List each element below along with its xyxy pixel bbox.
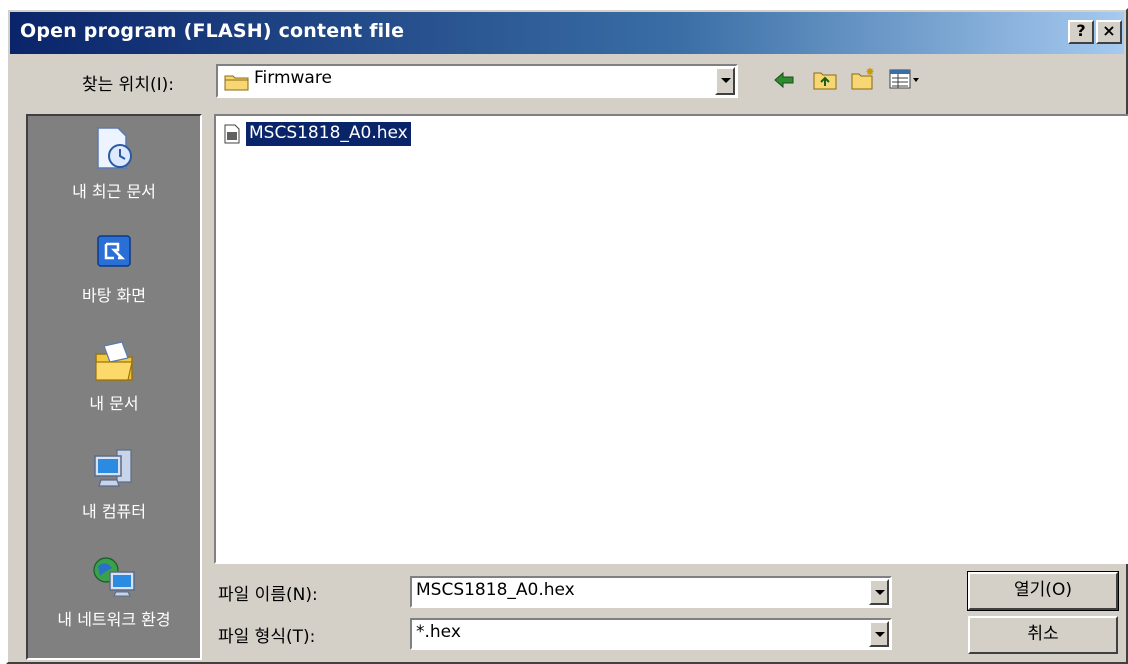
look-in-combo[interactable]: Firmware	[216, 64, 738, 98]
file-type-select[interactable]: *.hex	[410, 618, 892, 650]
file-type-value: *.hex	[416, 622, 461, 642]
place-recent-documents[interactable]: 내 최근 문서	[28, 124, 200, 202]
file-name-dropdown-button[interactable]	[869, 579, 889, 605]
folder-icon	[224, 72, 250, 96]
places-bar: 내 최근 문서 바탕 화면 내 문서 내 컴퓨터 내 네트워크 환경	[26, 114, 202, 660]
new-folder-icon[interactable]	[850, 66, 878, 96]
place-label: 내 최근 문서	[72, 182, 156, 201]
view-menu-icon[interactable]	[888, 68, 922, 94]
back-icon[interactable]	[772, 68, 796, 96]
file-name-label: 파일 이름(N):	[218, 585, 318, 605]
open-button[interactable]: 열기(O)	[967, 571, 1119, 611]
open-file-dialog: Open program (FLASH) content file ? × 찾는…	[6, 8, 1128, 664]
place-desktop[interactable]: 바탕 화면	[28, 230, 200, 306]
place-network[interactable]: 내 네트워크 환경	[28, 554, 200, 630]
title-bar[interactable]: Open program (FLASH) content file ? ×	[10, 12, 1124, 54]
desktop-icon	[28, 230, 200, 280]
file-name-input[interactable]: MSCS1818_A0.hex	[410, 576, 892, 608]
dialog-title: Open program (FLASH) content file	[20, 20, 405, 42]
recent-documents-icon	[28, 124, 200, 176]
close-button[interactable]: ×	[1096, 20, 1122, 44]
file-list[interactable]: MSCS1818_A0.hex	[214, 114, 1128, 564]
hex-file-icon	[222, 124, 242, 148]
place-label: 내 문서	[89, 394, 139, 413]
file-type-dropdown-button[interactable]	[869, 621, 889, 647]
look-in-dropdown-button[interactable]	[715, 67, 735, 95]
cancel-button[interactable]: 취소	[968, 616, 1118, 654]
place-label: 내 컴퓨터	[82, 502, 146, 521]
file-name: MSCS1818_A0.hex	[246, 122, 411, 146]
file-name-value: MSCS1818_A0.hex	[416, 580, 575, 600]
my-documents-icon	[28, 338, 200, 388]
my-computer-icon	[28, 446, 200, 496]
file-type-label: 파일 형식(T):	[218, 627, 316, 647]
help-button[interactable]: ?	[1068, 20, 1094, 44]
place-my-computer[interactable]: 내 컴퓨터	[28, 446, 200, 522]
look-in-label: 찾는 위치(I):	[82, 75, 174, 95]
up-folder-icon[interactable]	[812, 68, 838, 96]
place-my-documents[interactable]: 내 문서	[28, 338, 200, 414]
place-label: 바탕 화면	[82, 286, 146, 305]
place-label: 내 네트워크 환경	[57, 610, 171, 629]
network-places-icon	[28, 554, 200, 604]
look-in-value: Firmware	[254, 68, 332, 88]
